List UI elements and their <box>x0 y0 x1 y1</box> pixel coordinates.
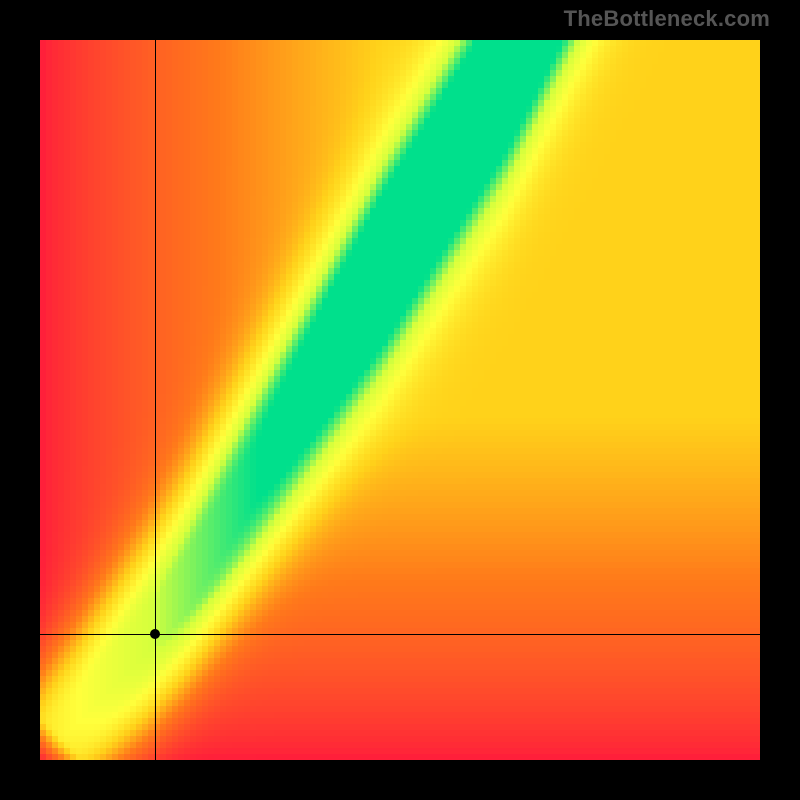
plot-area <box>40 40 760 760</box>
watermark-text: TheBottleneck.com <box>564 6 770 32</box>
heatmap-canvas <box>40 40 760 760</box>
chart-container: TheBottleneck.com <box>0 0 800 800</box>
